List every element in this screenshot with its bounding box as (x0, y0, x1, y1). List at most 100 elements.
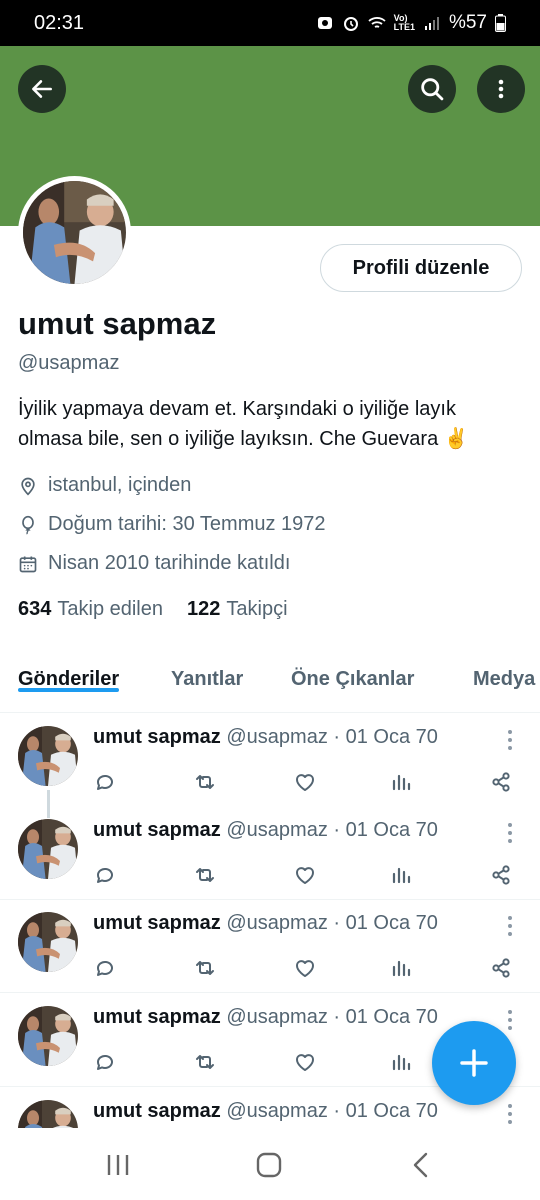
notification-icon (317, 17, 332, 29)
home-icon[interactable] (252, 1148, 286, 1182)
post-meta: @usapmaz · 01 Oca 70 (226, 1100, 438, 1122)
followers-link[interactable]: 122 Takipçi (187, 598, 288, 621)
post-item[interactable]: umut sapmaz @usapmaz · 01 Oca 70 (0, 807, 540, 900)
share-icon (492, 772, 510, 792)
post-more-button[interactable] (500, 1008, 520, 1032)
tab-media[interactable]: Medya (473, 656, 535, 691)
post-avatar[interactable] (18, 726, 78, 786)
reply-button[interactable] (93, 956, 117, 980)
location-pin-icon (21, 477, 35, 496)
more-vertical-icon (508, 730, 512, 750)
post-author: umut sapmaz (93, 819, 221, 841)
post-header: umut sapmaz @usapmaz · 01 Oca 70 (93, 726, 438, 749)
repost-button[interactable] (193, 956, 217, 980)
arrow-left-icon (32, 80, 52, 98)
post-meta: @usapmaz · 01 Oca 70 (226, 912, 438, 934)
post-actions (93, 863, 523, 887)
repost-button[interactable] (193, 863, 217, 887)
share-button[interactable] (489, 863, 513, 887)
views-button[interactable] (389, 1050, 413, 1074)
avatar-image (18, 819, 78, 879)
post-author: umut sapmaz (93, 912, 221, 934)
share-button[interactable] (489, 770, 513, 794)
like-icon (296, 1054, 314, 1071)
post-more-button[interactable] (500, 821, 520, 845)
post-avatar[interactable] (18, 1006, 78, 1066)
post-avatar[interactable] (18, 819, 78, 879)
reply-button[interactable] (93, 863, 117, 887)
views-icon (392, 1054, 411, 1071)
tab-posts[interactable]: Gönderiler (18, 656, 120, 692)
profile-avatar[interactable] (18, 176, 131, 289)
reply-button[interactable] (93, 770, 117, 794)
search-icon (421, 78, 444, 101)
views-button[interactable] (389, 863, 413, 887)
post-more-button[interactable] (500, 1102, 520, 1126)
post-item[interactable]: umut sapmaz @usapmaz · 01 Oca 70 (0, 714, 540, 807)
signal-icon (424, 17, 439, 30)
like-button[interactable] (293, 863, 317, 887)
profile-handle: @usapmaz (18, 352, 120, 374)
like-button[interactable] (293, 770, 317, 794)
views-icon (392, 774, 411, 791)
tab-highlights[interactable]: Öne Çıkanlar (291, 656, 414, 691)
post-header: umut sapmaz @usapmaz · 01 Oca 70 (93, 1100, 438, 1123)
like-button[interactable] (293, 956, 317, 980)
post-author: umut sapmaz (93, 1006, 221, 1028)
reply-button[interactable] (93, 1050, 117, 1074)
compose-button[interactable] (432, 1021, 516, 1105)
following-link[interactable]: 634 Takip edilen (18, 598, 163, 621)
post-item[interactable]: umut sapmaz @usapmaz · 01 Oca 70 (0, 900, 540, 993)
repost-button[interactable] (193, 1050, 217, 1074)
nav-back-icon[interactable] (404, 1148, 438, 1182)
post-more-button[interactable] (500, 728, 520, 752)
status-icons: Vo) LTE1 %57 (316, 12, 506, 34)
post-header: umut sapmaz @usapmaz · 01 Oca 70 (93, 819, 438, 842)
more-options-button[interactable] (477, 65, 525, 113)
like-icon (296, 960, 314, 977)
post-avatar[interactable] (18, 912, 78, 972)
views-button[interactable] (389, 770, 413, 794)
repost-icon (196, 775, 214, 789)
edit-profile-button[interactable]: Profili düzenle (320, 244, 522, 292)
back-button[interactable] (18, 65, 66, 113)
like-button[interactable] (293, 1050, 317, 1074)
post-meta: @usapmaz · 01 Oca 70 (226, 819, 438, 841)
profile-screen: 02:31 Vo) LTE1 %57 Profili düzenle umut … (0, 0, 540, 1200)
profile-name: umut sapmaz (18, 306, 217, 341)
following-count: 634 (18, 598, 52, 620)
birthday-row: Doğum tarihi: 30 Temmuz 1972 (18, 513, 326, 536)
network-label: Vo) LTE1 (393, 13, 415, 32)
more-vertical-icon (498, 79, 504, 99)
like-icon (296, 774, 314, 791)
bio-line: olmasa bile, sen o iyiliğe layıksın. Che… (18, 428, 469, 450)
balloon-icon (22, 515, 34, 534)
profile-tabs: Gönderiler Yanıtlar Öne Çıkanlar Medya (0, 656, 540, 713)
views-button[interactable] (389, 956, 413, 980)
alarm-icon (343, 17, 358, 31)
share-icon (492, 865, 510, 885)
more-vertical-icon (508, 916, 512, 936)
search-button[interactable] (408, 65, 456, 113)
more-vertical-icon (508, 1010, 512, 1030)
joined-text: Nisan 2010 tarihinde katıldı (48, 552, 291, 574)
repost-button[interactable] (193, 770, 217, 794)
plus-icon (460, 1049, 488, 1077)
repost-icon (196, 961, 214, 975)
reply-icon (96, 867, 113, 883)
wifi-icon (368, 17, 386, 28)
followers-count: 122 (187, 598, 221, 620)
follow-stats: 634 Takip edilen 122 Takipçi (18, 598, 288, 621)
repost-icon (196, 1055, 214, 1069)
recents-icon[interactable] (101, 1148, 135, 1182)
post-meta: @usapmaz · 01 Oca 70 (226, 1006, 438, 1028)
tab-replies[interactable]: Yanıtlar (171, 656, 243, 691)
avatar-image (18, 1006, 78, 1066)
avatar-image (18, 726, 78, 786)
share-button[interactable] (489, 956, 513, 980)
reply-icon (96, 1054, 113, 1070)
more-vertical-icon (508, 1104, 512, 1124)
reply-icon (96, 960, 113, 976)
post-more-button[interactable] (500, 914, 520, 938)
views-icon (392, 867, 411, 884)
